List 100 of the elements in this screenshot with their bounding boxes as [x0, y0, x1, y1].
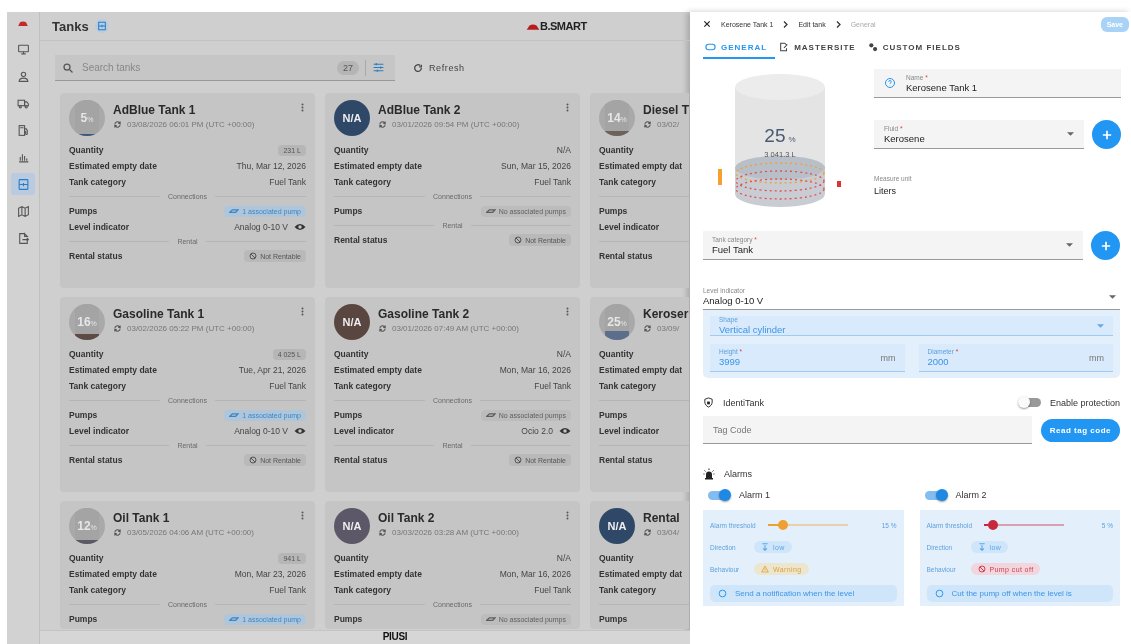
search-field[interactable]: Search tanks 27: [55, 55, 395, 81]
sidebar-item[interactable]: [11, 173, 35, 195]
tab[interactable]: CUSTOM FIELDS: [865, 38, 969, 59]
ban-icon: [249, 456, 258, 464]
field-label: Estimated empty dat: [599, 161, 683, 171]
field-label: Rental status: [599, 251, 653, 261]
warning-icon: [761, 565, 769, 573]
gauge-value: N/A: [342, 520, 362, 532]
brand-logo: PIUSI: [382, 631, 408, 644]
field-label: Quantity: [599, 349, 634, 359]
field-label: Estimated empty date: [334, 365, 422, 375]
field-label: Tank category: [599, 381, 656, 391]
more-options-icon[interactable]: [566, 103, 569, 112]
slider-thumb[interactable]: [778, 520, 789, 530]
unit-label: mm: [1089, 352, 1104, 363]
document-export-icon: [16, 231, 30, 245]
tank-icon: [705, 43, 716, 51]
level-percent: 25: [764, 125, 786, 146]
more-options-icon[interactable]: [301, 103, 304, 112]
sync-icon: [113, 324, 122, 333]
filter-icon[interactable]: [372, 61, 385, 74]
percent-unit: %: [788, 135, 796, 144]
last-update-time: 03/01/2026 09:54 PM (UTC +00:00): [392, 120, 520, 129]
eye-icon[interactable]: [294, 223, 306, 231]
field-label: Quantity: [599, 145, 634, 155]
field-label: Tank category: [334, 585, 391, 595]
more-options-icon[interactable]: [566, 307, 569, 316]
dropdown-caret-icon: [1066, 243, 1073, 247]
toggle-switch[interactable]: [708, 490, 729, 500]
result-count: 27: [337, 60, 359, 75]
tag-code-field[interactable]: Tag Code: [703, 416, 1032, 444]
info-icon: [718, 589, 727, 598]
field-label: Level indicator: [69, 426, 129, 436]
field-label: Pumps: [599, 614, 628, 624]
gauge-value: 5: [80, 111, 88, 125]
eye-icon[interactable]: [294, 427, 306, 435]
ban-icon: [514, 456, 523, 464]
add-button[interactable]: [1091, 231, 1120, 260]
tank-name: Oil Tank 2: [378, 511, 436, 525]
field-value: Thu, Mar 12, 2026: [236, 161, 306, 171]
last-update-time: 03/05/2026 04:06 AM (UTC +00:00): [127, 528, 254, 537]
field-label: Tank category: [334, 381, 391, 391]
info-text: Send a notification when the level: [735, 589, 855, 598]
plus-icon: [1101, 129, 1112, 140]
gauge-value: 12: [77, 519, 91, 533]
tank-name: Gasoline Tank 2: [378, 307, 471, 321]
field-label: Estimated empty dat: [599, 569, 683, 579]
field-value: N/A: [556, 145, 571, 155]
tank-card[interactable]: [60, 93, 315, 288]
person-icon: [16, 69, 30, 83]
field-value: Liters: [874, 186, 897, 196]
tank-name: Rental: [643, 511, 680, 525]
last-update-time: 03/01/2026 07:49 AM (UTC +00:00): [392, 324, 519, 333]
refresh-button[interactable]: Refresh: [407, 59, 471, 77]
field-label: Pumps: [599, 410, 628, 420]
last-update-time: 03/02/2026 05:22 PM (UTC +00:00): [127, 324, 255, 333]
field-value: 3999: [719, 356, 742, 367]
map-icon: [16, 204, 30, 218]
chevron-icon: [783, 20, 789, 28]
field-label: Pumps: [334, 410, 363, 420]
slider-thumb[interactable]: [987, 520, 998, 530]
fuel-pump-icon: [16, 123, 30, 137]
field-label: Estimated empty date: [69, 365, 157, 375]
tank-card[interactable]: N/A Rental 03/04/ Quantity Estimated empty dat Tank category Pumps: [590, 501, 689, 629]
ban-icon: [977, 565, 986, 573]
toggle-switch[interactable]: [1019, 398, 1041, 407]
tab[interactable]: MASTERSITE: [777, 38, 864, 59]
last-update-time: 03/08/2026 06:01 PM (UTC +00:00): [127, 120, 255, 129]
field-label: Pumps: [69, 410, 98, 420]
field-label: Estimated empty date: [334, 161, 422, 171]
toggle-switch[interactable]: [924, 490, 946, 500]
page-title: Tanks: [52, 18, 89, 34]
sync-icon: [643, 324, 652, 333]
field-value: Analog 0-10 V: [234, 426, 288, 436]
field-label: Quantity: [69, 145, 104, 155]
field-label: Quantity: [69, 553, 104, 563]
section-title: IdentiTank: [723, 397, 765, 408]
sync-icon: [378, 324, 387, 333]
field-label: Estimated empty dat: [599, 365, 683, 375]
field-label: Level indicator: [334, 426, 394, 436]
eye-icon[interactable]: [559, 427, 571, 435]
info-icon: [934, 589, 944, 598]
tank-name: Diesel T: [643, 103, 689, 117]
siren-icon: [703, 468, 715, 480]
field-label: Level indicator: [69, 222, 129, 232]
field-label: Tank category: [69, 381, 126, 391]
more-options-icon[interactable]: [301, 511, 304, 520]
add-button[interactable]: [1092, 120, 1121, 149]
field-value: Kerosene: [884, 132, 926, 144]
field-value: Fuel Tank: [269, 585, 306, 595]
more-options-icon[interactable]: [301, 307, 304, 316]
field-label: Estimated empty date: [334, 569, 422, 579]
tank-card[interactable]: [325, 297, 580, 492]
close-icon[interactable]: [703, 20, 711, 28]
more-options-icon[interactable]: [566, 511, 569, 520]
field-label: Quantity: [69, 349, 104, 359]
field-value: Mon, Mar 16, 2026: [499, 569, 571, 579]
search-input[interactable]: Search tanks: [80, 61, 331, 74]
field-value: Fuel Tank: [712, 243, 754, 255]
tank-card[interactable]: [60, 297, 315, 492]
